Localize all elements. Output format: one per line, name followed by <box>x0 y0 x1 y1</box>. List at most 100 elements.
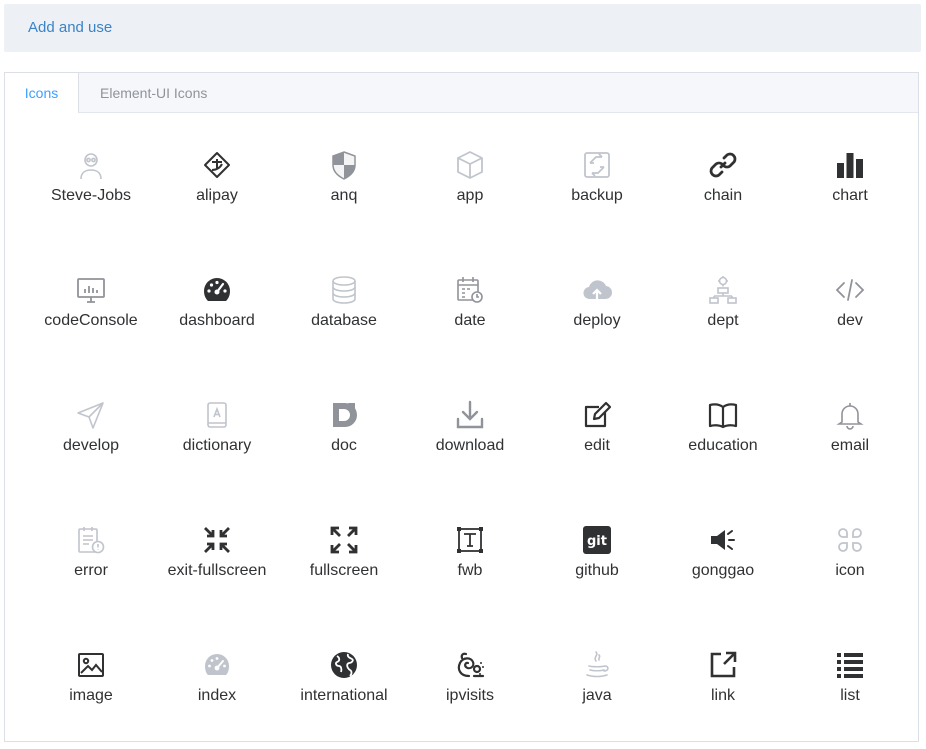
icon-item-dev[interactable]: dev <box>790 274 910 374</box>
top-bar: Add and use <box>4 4 921 52</box>
icon-item-java[interactable]: java <box>537 649 657 749</box>
icon-item-error[interactable]: error <box>31 524 151 624</box>
icon-item-dashboard[interactable]: dashboard <box>157 274 277 374</box>
icon-item-github[interactable]: git github <box>537 524 657 624</box>
icon-item-gonggao[interactable]: gonggao <box>663 524 783 624</box>
icon-label: app <box>456 187 484 204</box>
icon-label: gonggao <box>691 562 755 579</box>
icon-item-ipvisits[interactable]: ipvisits <box>410 649 530 749</box>
image-icon <box>78 653 104 677</box>
doc-icon <box>333 403 357 427</box>
icon-label: doc <box>331 437 357 454</box>
icon-label: backup <box>571 187 623 204</box>
grid-circles-icon <box>838 528 862 552</box>
icon-item-develop[interactable]: develop <box>31 399 151 499</box>
icon-label: deploy <box>573 312 621 329</box>
icon-item-international[interactable]: international <box>284 649 404 749</box>
book-icon <box>708 403 738 429</box>
icon-item-deploy[interactable]: deploy <box>537 274 657 374</box>
icon-item-fwb[interactable]: fwb <box>410 524 530 624</box>
icon-label: dashboard <box>179 312 255 329</box>
chain-icon <box>709 152 737 178</box>
icon-label: alipay <box>196 187 238 204</box>
dictionary-icon <box>207 402 227 428</box>
icon-label: github <box>575 562 619 579</box>
icon-label: fullscreen <box>309 562 379 579</box>
icon-label: exit-fullscreen <box>167 562 267 579</box>
icon-label: fwb <box>457 562 483 579</box>
icon-label: anq <box>330 187 358 204</box>
icon-item-codeconsole[interactable]: codeConsole <box>31 274 151 374</box>
icon-label: download <box>435 437 505 454</box>
icon-item-link[interactable]: link <box>663 649 783 749</box>
icon-label: date <box>454 312 486 329</box>
icon-label: dev <box>837 312 863 329</box>
icon-item-doc[interactable]: doc <box>284 399 404 499</box>
icon-item-anq[interactable]: anq <box>284 149 404 249</box>
cloud-upload-icon <box>583 280 613 301</box>
icon-label: chain <box>703 187 743 204</box>
icon-item-email[interactable]: email <box>790 399 910 499</box>
bell-icon <box>836 403 864 430</box>
java-icon <box>586 651 609 678</box>
speedometer-icon <box>205 654 229 675</box>
shield-icon <box>332 151 356 180</box>
fullscreen-icon <box>330 526 358 554</box>
icon-label: dictionary <box>182 437 252 454</box>
icon-item-edit[interactable]: edit <box>537 399 657 499</box>
icon-item-chart[interactable]: chart <box>790 149 910 249</box>
icon-item-chain[interactable]: chain <box>663 149 783 249</box>
chart-icon <box>837 153 863 178</box>
icon-item-steve-jobs[interactable]: Steve-Jobs <box>31 149 151 249</box>
icon-item-dictionary[interactable]: dictionary <box>157 399 277 499</box>
ipvisits-icon <box>457 652 485 678</box>
tab-icons[interactable]: Icons <box>5 73 79 113</box>
exit-fullscreen-icon <box>204 527 230 553</box>
text-box-icon <box>457 527 483 553</box>
icon-item-app[interactable]: app <box>410 149 530 249</box>
icon-label: image <box>69 687 113 704</box>
tab-element-ui-icons[interactable]: Element-UI Icons <box>100 73 207 113</box>
icon-label: chart <box>832 187 868 204</box>
icon-label: database <box>311 312 377 329</box>
edit-icon <box>584 401 612 428</box>
icon-label: error <box>74 562 108 579</box>
icon-item-date[interactable]: date <box>410 274 530 374</box>
icon-label: java <box>582 687 612 704</box>
icon-label: email <box>830 437 870 454</box>
icon-item-exit-fullscreen[interactable]: exit-fullscreen <box>157 524 277 624</box>
globe-icon <box>331 652 357 678</box>
icon-item-fullscreen[interactable]: fullscreen <box>284 524 404 624</box>
external-link-icon <box>710 651 737 678</box>
alipay-icon <box>204 152 230 178</box>
org-chart-icon <box>709 276 737 304</box>
box-icon <box>457 151 483 179</box>
icon-item-index[interactable]: index <box>157 649 277 749</box>
icon-label: codeConsole <box>44 312 138 329</box>
backup-icon <box>584 152 610 178</box>
icon-item-database[interactable]: database <box>284 274 404 374</box>
icon-label: icon <box>835 562 865 579</box>
icon-item-icon[interactable]: icon <box>790 524 910 624</box>
icon-label: dept <box>707 312 739 329</box>
github-icon: git <box>583 526 611 554</box>
icon-item-image[interactable]: image <box>31 649 151 749</box>
icon-item-download[interactable]: download <box>410 399 530 499</box>
icon-label: edit <box>584 437 610 454</box>
icon-label: ipvisits <box>445 687 494 704</box>
icon-label: Steve-Jobs <box>50 187 132 204</box>
icon-label: index <box>197 687 237 704</box>
icon-item-dept[interactable]: dept <box>663 274 783 374</box>
gauge-icon <box>204 278 230 301</box>
calendar-clock-icon <box>457 277 483 303</box>
icon-label: international <box>300 687 388 704</box>
icon-label: education <box>688 437 758 454</box>
icon-item-backup[interactable]: backup <box>537 149 657 249</box>
icon-label: list <box>840 687 860 704</box>
icon-item-education[interactable]: education <box>663 399 783 499</box>
list-icon <box>837 653 863 678</box>
icon-item-list[interactable]: list <box>790 649 910 749</box>
add-and-use-link[interactable]: Add and use <box>28 19 112 36</box>
icon-item-alipay[interactable]: alipay <box>157 149 277 249</box>
svg-text:git: git <box>587 534 607 549</box>
